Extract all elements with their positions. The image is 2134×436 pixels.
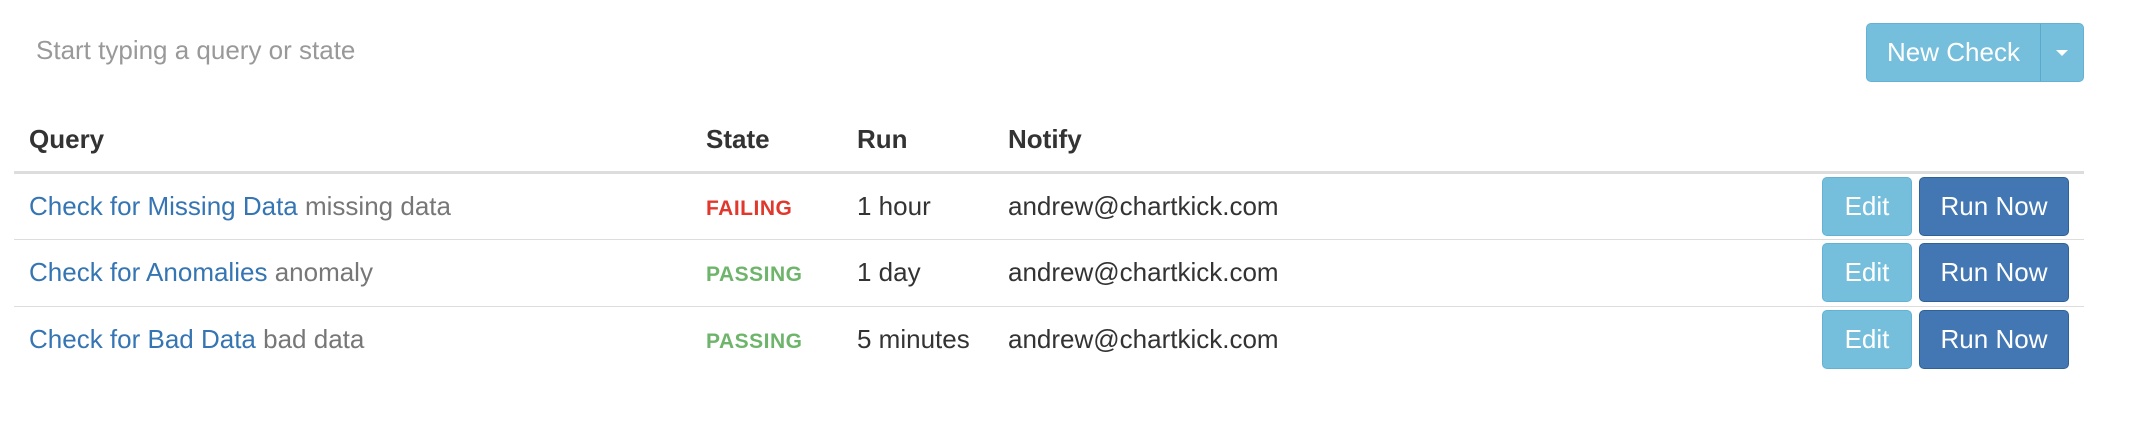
search-input[interactable] — [22, 18, 922, 82]
query-link[interactable]: Check for Bad Data — [29, 324, 256, 354]
query-tag: anomaly — [274, 257, 373, 287]
table-header-row: Query State Run Notify — [14, 108, 2084, 174]
caret-down-icon — [2056, 49, 2068, 56]
edit-button[interactable]: Edit — [1822, 176, 1912, 236]
column-header-query: Query — [14, 108, 691, 174]
state-cell: PASSING — [691, 238, 842, 306]
query-link[interactable]: Check for Anomalies — [29, 257, 267, 287]
column-header-notify: Notify — [993, 108, 1433, 174]
status-badge: PASSING — [706, 330, 803, 354]
table-row: Check for Bad Data bad data PASSING 5 mi… — [14, 305, 2084, 373]
actions-cell: Edit Run Now — [1433, 172, 2084, 239]
table-row: Check for Missing Data missing data FAIL… — [14, 172, 2084, 239]
run-now-button[interactable]: Run Now — [1919, 176, 2069, 236]
run-now-button[interactable]: Run Now — [1919, 310, 2069, 370]
query-tag: bad data — [263, 324, 365, 355]
query-link[interactable]: Check for Missing Data — [29, 191, 298, 221]
table-row: Check for Anomalies anomaly PASSING 1 da… — [14, 238, 2084, 306]
run-cell: 1 hour — [857, 190, 931, 221]
notify-cell: andrew@chartkick.com — [1008, 190, 1279, 221]
notify-cell: andrew@chartkick.com — [993, 238, 1433, 306]
checks-table: Query State Run Notify Check for Missing… — [14, 108, 2084, 373]
column-header-actions — [1433, 108, 2084, 174]
state-cell: FAILING — [691, 172, 842, 239]
new-check-dropdown-toggle[interactable] — [2041, 23, 2084, 82]
run-now-button[interactable]: Run Now — [1919, 243, 2069, 302]
state-cell: PASSING — [691, 305, 842, 373]
run-cell: 1 day — [842, 238, 993, 306]
new-check-button[interactable]: New Check — [1866, 23, 2041, 82]
query-tag: missing data — [305, 190, 451, 221]
new-check-button-group: New Check — [1866, 23, 2084, 82]
edit-button[interactable]: Edit — [1822, 243, 1912, 302]
run-cell: 5 minutes — [842, 305, 993, 373]
actions-cell: Edit Run Now — [1433, 305, 2084, 373]
query-cell: Check for Anomalies anomaly — [14, 238, 691, 306]
edit-button[interactable]: Edit — [1822, 310, 1912, 370]
query-cell: Check for Bad Data bad data — [14, 305, 691, 373]
notify-cell: andrew@chartkick.com — [993, 305, 1433, 373]
column-header-state: State — [691, 108, 842, 174]
column-header-run: Run — [842, 108, 993, 174]
status-badge: PASSING — [706, 263, 803, 286]
status-badge: FAILING — [706, 196, 793, 220]
actions-cell: Edit Run Now — [1433, 238, 2084, 306]
query-cell: Check for Missing Data missing data — [14, 172, 691, 239]
